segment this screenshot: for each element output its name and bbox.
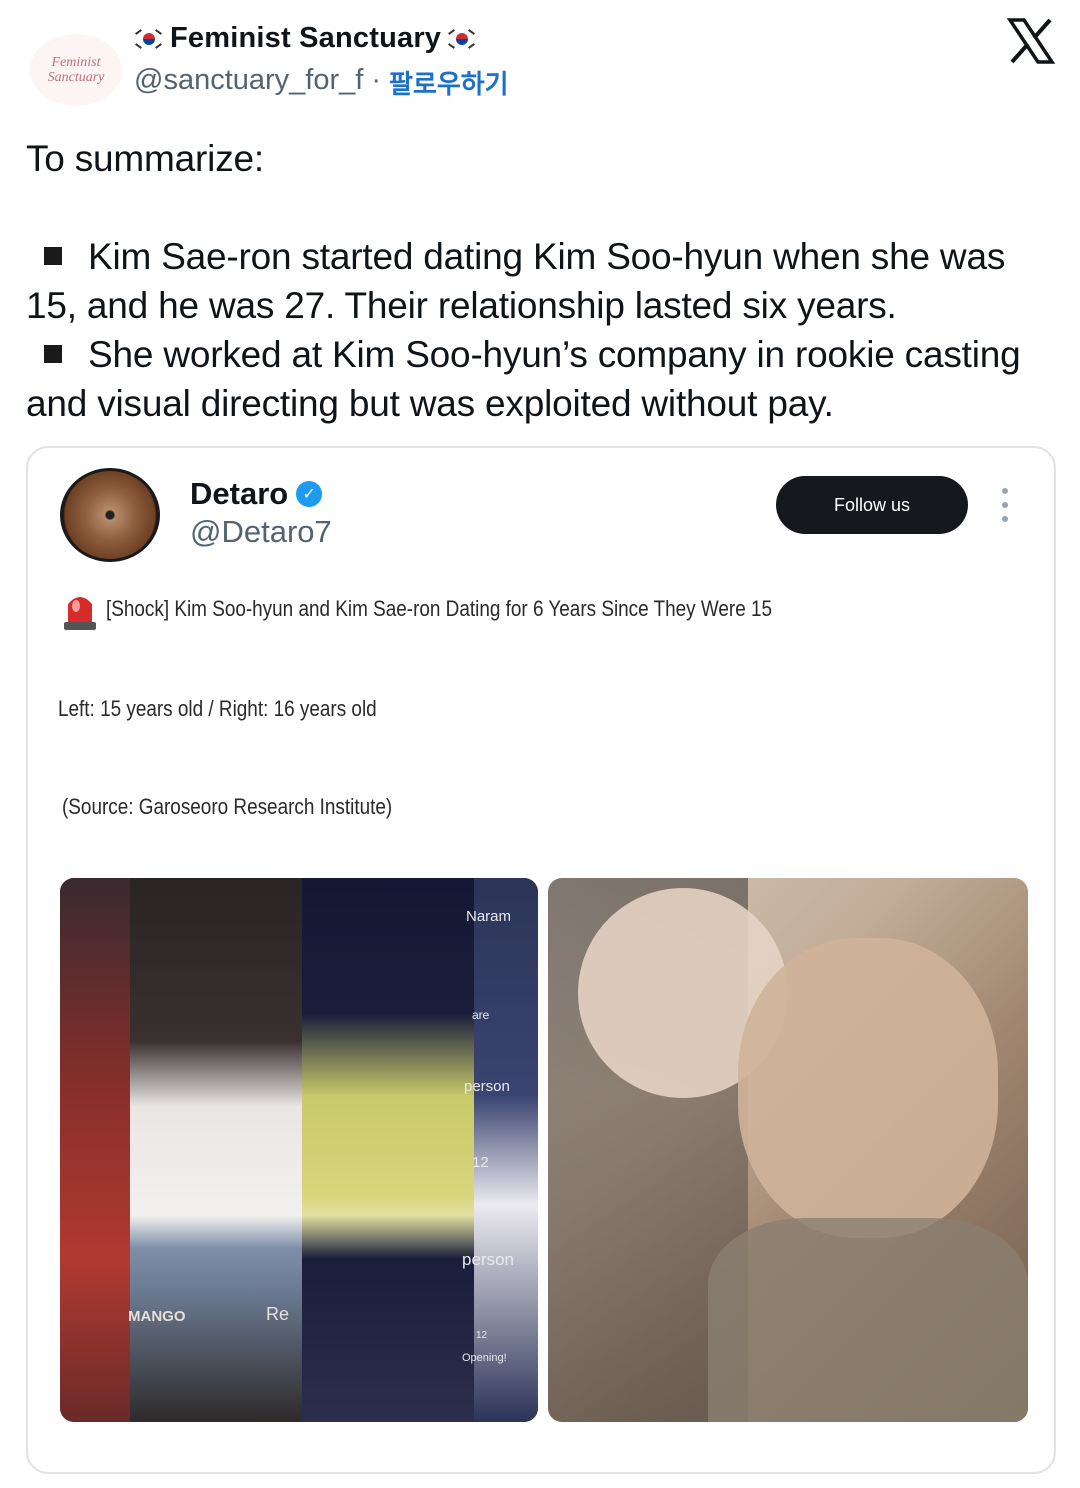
korea-flag-icon: [134, 28, 164, 50]
author-name-row[interactable]: Feminist Sanctuary: [134, 22, 477, 55]
photo-text-are: are: [472, 1008, 490, 1022]
photo-text-person-1: person: [464, 1078, 510, 1095]
author-avatar[interactable]: Feminist Sanctuary: [30, 34, 122, 106]
x-logo-icon[interactable]: [1006, 16, 1056, 66]
photo-text-person-2: person: [462, 1250, 514, 1269]
photo-text-naram: Naram: [466, 908, 512, 925]
follow-link[interactable]: 팔로우하기: [389, 64, 509, 101]
bullet-square-icon: [44, 247, 62, 266]
follow-us-button: Follow us: [776, 476, 968, 534]
korea-flag-icon: [447, 28, 477, 50]
right-photo-selfie: [548, 878, 1028, 1422]
embedded-handle: @Detaro7: [190, 514, 332, 549]
author-handle-row: @sanctuary_for_f · 팔로우하기: [134, 64, 509, 101]
more-options-icon: [1000, 488, 1010, 522]
author-handle[interactable]: @sanctuary_for_f: [134, 64, 363, 101]
embedded-display-name: Detaro: [190, 476, 289, 511]
bullet-square-icon: [44, 345, 62, 364]
embedded-source: (Source: Garoseoro Research Institute): [62, 794, 393, 819]
siren-icon: [64, 597, 96, 630]
verified-badge-icon: ✓: [296, 481, 323, 507]
photo-text-mango: MANGO: [128, 1308, 186, 1325]
tweet-bullet-2: She worked at Kim Soo-hyun’s company in …: [26, 334, 1021, 424]
tweet-intro: To summarize:: [26, 138, 264, 179]
embedded-avatar: [60, 468, 160, 562]
avatar-text-1: Feminist: [51, 55, 101, 70]
separator: ·: [371, 64, 381, 96]
photo-text-12: 12: [472, 1154, 489, 1171]
left-photo-collage: Naram are person 12 person 12 Opening! M…: [60, 878, 538, 1422]
embedded-caption: Left: 15 years old / Right: 16 years old: [58, 696, 377, 721]
photo-text-re: Re: [266, 1304, 290, 1324]
embedded-headline: [Shock] Kim Soo-hyun and Kim Sae-ron Dat…: [106, 596, 773, 621]
tweet-text: To summarize: Kim Sae-ron started dating…: [26, 134, 1056, 428]
photo-text-12b: 12: [476, 1330, 488, 1341]
tweet-bullet-1: Kim Sae-ron started dating Kim Soo-hyun …: [26, 236, 1006, 326]
author-display-name[interactable]: Feminist Sanctuary: [170, 22, 441, 55]
photo-text-opening: Opening!: [462, 1352, 507, 1364]
embedded-image-card[interactable]: Detaro ✓ @Detaro7 Follow us [Shock] Kim …: [26, 446, 1056, 1474]
avatar-text-2: Sanctuary: [47, 70, 105, 85]
embedded-name-row: Detaro ✓: [190, 476, 323, 512]
